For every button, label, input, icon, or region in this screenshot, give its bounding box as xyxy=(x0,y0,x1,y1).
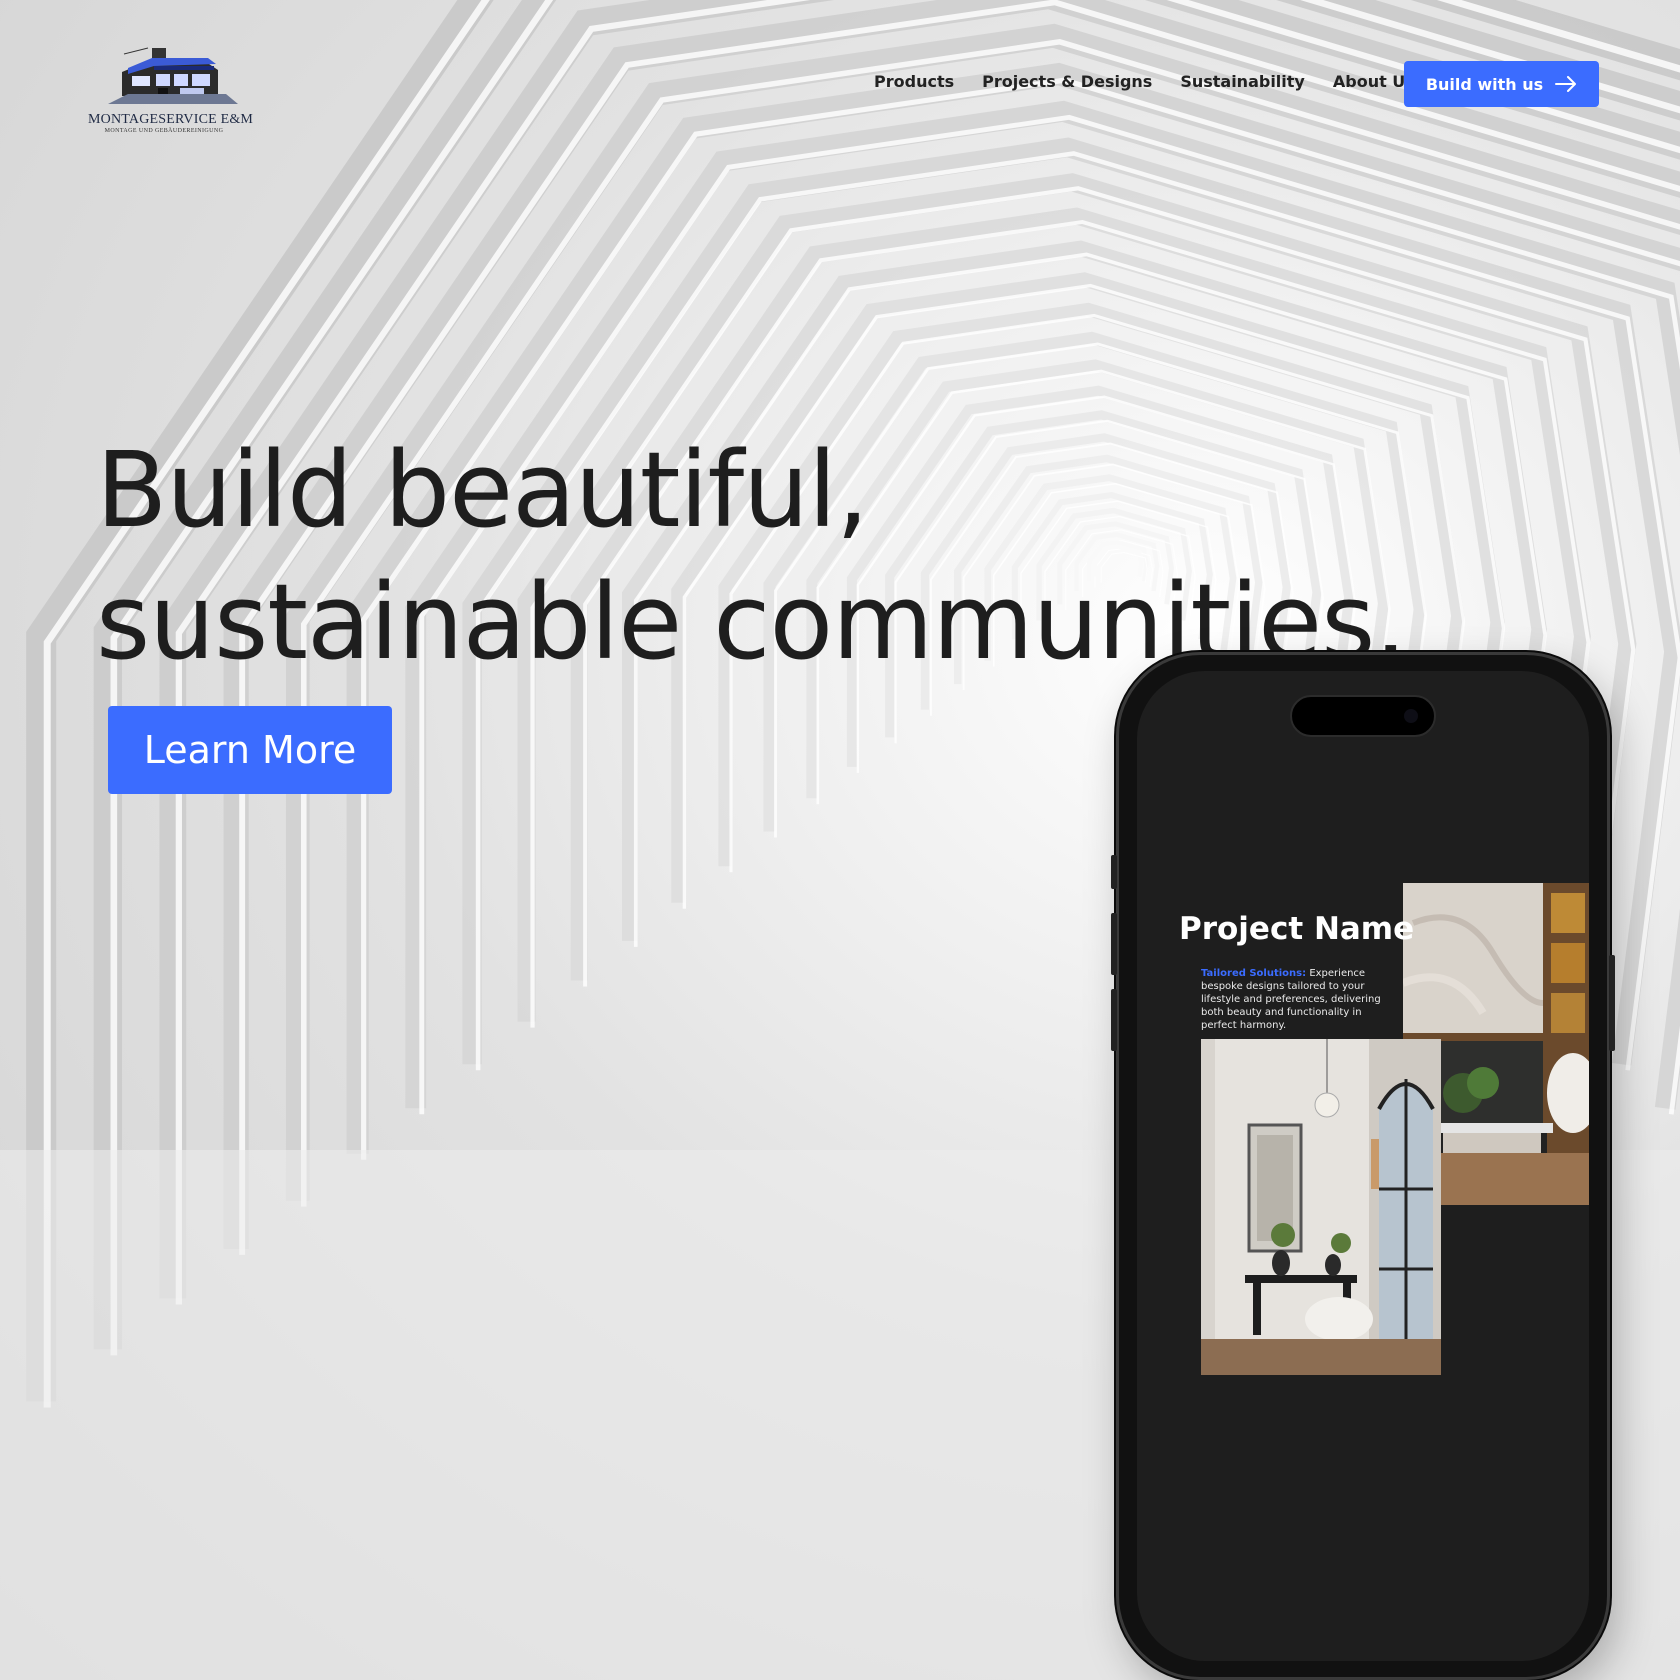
brand-name: MONTAGESERVICE E&M xyxy=(88,112,254,127)
phone-volume-down-button xyxy=(1111,989,1117,1051)
hero-title: Build beautiful, sustainable communities… xyxy=(96,424,1407,688)
brand-logo[interactable]: MONTAGESERVICE E&M MONTAGE UND GEBÄUDERE… xyxy=(88,44,254,140)
building-logo-icon xyxy=(108,47,238,104)
project-description-highlight: Tailored Solutions: xyxy=(1201,968,1307,979)
phone-power-button xyxy=(1609,955,1615,1051)
phone-volume-up-button xyxy=(1111,913,1117,975)
main-navigation: Products Projects & Designs Sustainabili… xyxy=(874,72,1415,91)
hero-title-line-1: Build beautiful, xyxy=(96,429,869,551)
nav-item-sustainability[interactable]: Sustainability xyxy=(1180,72,1305,91)
interior-photo xyxy=(1201,1039,1441,1375)
project-name-title: Project Name xyxy=(1179,911,1415,947)
learn-more-button[interactable]: Learn More xyxy=(108,706,392,794)
arrow-right-icon xyxy=(1555,76,1577,92)
phone-side-button xyxy=(1111,855,1117,889)
build-with-us-button[interactable]: Build with us xyxy=(1404,61,1599,107)
brand-tagline: MONTAGE UND GEBÄUDEREINIGUNG xyxy=(104,128,224,134)
phone-screen: Project Name Tailored Solutions: Experie… xyxy=(1137,671,1589,1661)
phone-mockup: Project Name Tailored Solutions: Experie… xyxy=(1111,652,1615,1680)
nav-item-products[interactable]: Products xyxy=(874,72,954,91)
nav-item-projects-designs[interactable]: Projects & Designs xyxy=(982,72,1152,91)
nav-item-about-us[interactable]: About Us xyxy=(1333,72,1415,91)
dynamic-island xyxy=(1290,695,1436,737)
project-description: Tailored Solutions: Experience bespoke d… xyxy=(1201,967,1391,1032)
build-with-us-label: Build with us xyxy=(1425,74,1544,94)
